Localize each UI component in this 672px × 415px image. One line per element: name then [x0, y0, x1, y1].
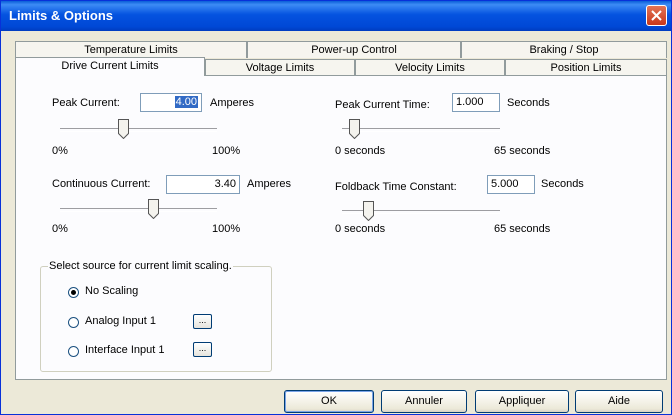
analog-input-browse-button[interactable]: ...	[193, 314, 212, 329]
peak-current-field[interactable]: 4.00	[140, 93, 202, 112]
peak-current-slider[interactable]	[60, 128, 217, 132]
foldback-time-min: 0 seconds	[335, 223, 386, 235]
peak-current-time-slider[interactable]	[342, 128, 500, 132]
continuous-current-field[interactable]: 3.40	[166, 175, 240, 194]
scaling-group-title: Select source for current limit scaling.	[48, 260, 233, 272]
radio-interface-input-1-label[interactable]: Interface Input 1	[85, 344, 165, 356]
interface-input-browse-button[interactable]: ...	[193, 342, 212, 357]
peak-current-time-label: Peak Current Time:	[335, 99, 430, 111]
peak-current-time-field[interactable]: 1.000	[452, 93, 500, 112]
continuous-current-label: Continuous Current:	[52, 178, 151, 190]
peak-current-time-min: 0 seconds	[335, 145, 386, 157]
radio-no-scaling[interactable]	[68, 287, 79, 298]
peak-current-unit: Amperes	[210, 97, 255, 109]
peak-current-time-unit: Seconds	[507, 97, 550, 109]
continuous-current-slider-thumb[interactable]	[147, 199, 159, 219]
peak-current-label: Peak Current:	[52, 97, 120, 109]
continuous-current-max: 100%	[212, 223, 241, 235]
peak-current-max: 100%	[212, 145, 241, 157]
apply-button[interactable]: Appliquer	[475, 390, 569, 413]
peak-current-min: 0%	[52, 145, 68, 157]
radio-analog-input-1[interactable]	[68, 317, 79, 328]
continuous-current-slider[interactable]	[60, 208, 217, 212]
continuous-current-min: 0%	[52, 223, 68, 235]
peak-current-value: 4.00	[174, 96, 198, 108]
peak-current-time-slider-thumb[interactable]	[349, 119, 361, 139]
radio-no-scaling-label[interactable]: No Scaling	[85, 285, 138, 297]
foldback-time-label: Foldback Time Constant:	[335, 181, 457, 193]
foldback-time-unit: Seconds	[541, 178, 584, 190]
foldback-time-slider-thumb[interactable]	[362, 201, 374, 221]
foldback-time-max: 65 seconds	[494, 223, 551, 235]
peak-current-slider-thumb[interactable]	[118, 119, 130, 139]
ok-button[interactable]: OK	[284, 390, 374, 413]
cancel-button[interactable]: Annuler	[381, 390, 467, 413]
radio-analog-input-1-label[interactable]: Analog Input 1	[85, 315, 156, 327]
peak-current-time-max: 65 seconds	[494, 145, 551, 157]
help-button[interactable]: Aide	[575, 390, 663, 413]
foldback-time-field[interactable]: 5.000	[487, 175, 535, 194]
continuous-current-unit: Amperes	[247, 178, 292, 190]
radio-interface-input-1[interactable]	[68, 346, 79, 357]
